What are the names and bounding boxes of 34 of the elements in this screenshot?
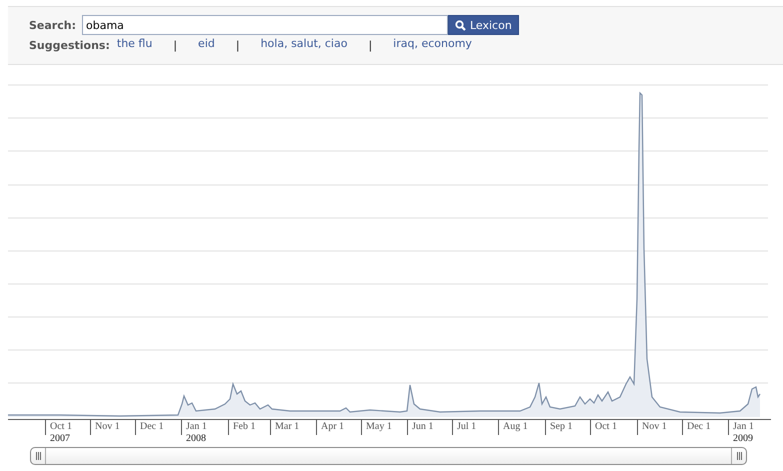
search-icon (454, 20, 466, 30)
axis-label: May 1 (366, 421, 392, 433)
suggestion-link[interactable]: hola, salut, ciao (260, 37, 348, 50)
range-scrollbar[interactable] (30, 447, 747, 465)
grip-icon (736, 452, 742, 460)
axis-label: Oct 1 (595, 421, 617, 433)
year-label: 2007 (50, 433, 71, 445)
separator: | (173, 39, 178, 52)
axis-label: Sep 1 (550, 421, 572, 433)
axis-label: Nov 1 (95, 421, 120, 433)
separator: | (236, 39, 240, 52)
axis-label: Nov 1 (642, 421, 667, 433)
axis-label: Mar 1 (275, 421, 300, 433)
year-label: 2009 (733, 433, 754, 445)
axis-label: Dec 1 (140, 421, 164, 433)
axis-label: Jul 1 (457, 421, 476, 433)
axis-label: Apr 1 (321, 421, 344, 433)
axis-label: Feb 1 (233, 421, 256, 433)
axis-label: Jan 1 (733, 421, 754, 433)
grip-icon (36, 452, 40, 460)
suggestions-label: Suggestions: (29, 39, 110, 52)
suggestion-link[interactable]: eid (198, 37, 215, 50)
search-label: Search: (29, 18, 76, 32)
separator: | (368, 39, 372, 52)
axis-label: Jan 1 (186, 421, 207, 433)
suggestion-link[interactable]: iraq, economy (393, 37, 472, 50)
lexicon-button[interactable]: Lexicon (448, 15, 519, 35)
axis-label: Dec 1 (687, 421, 711, 433)
search-field[interactable]: obama (82, 15, 448, 35)
suggestion-link[interactable]: the flu (116, 37, 152, 50)
axis-label: Jun 1 (412, 421, 434, 433)
axis-label: Oct 1 (50, 421, 72, 433)
year-label: 2008 (186, 433, 207, 445)
axis-label: Aug 1 (503, 421, 528, 433)
